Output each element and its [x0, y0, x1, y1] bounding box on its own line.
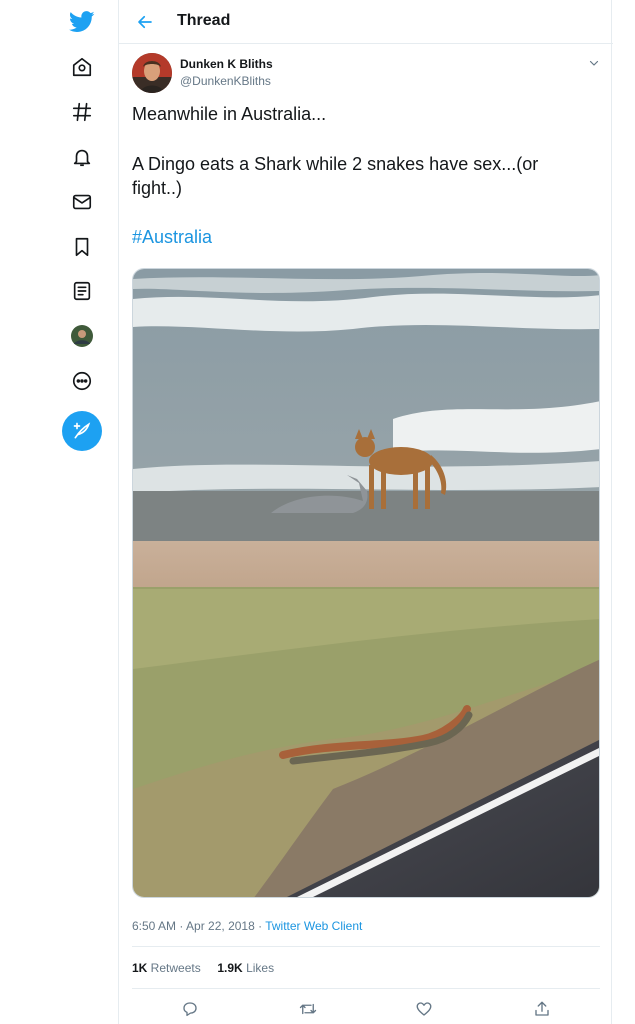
share-icon[interactable]	[530, 997, 554, 1021]
divider	[132, 988, 600, 989]
meta-separator: ·	[176, 919, 187, 933]
more-icon[interactable]	[62, 361, 102, 401]
tweet-stats: 1K Retweets 1.9K Likes	[132, 961, 274, 975]
retweets-label: Retweets	[147, 961, 201, 975]
reply-icon[interactable]	[178, 997, 202, 1021]
thread-header: Thread	[119, 0, 613, 44]
chevron-down-icon[interactable]	[585, 54, 603, 72]
bookmarks-icon[interactable]	[62, 227, 102, 267]
tweet-client-link[interactable]: Twitter Web Client	[265, 919, 362, 933]
tweet-text-line: A Dingo eats a Shark while 2 snakes have…	[132, 154, 539, 174]
page-title: Thread	[177, 12, 231, 29]
lists-icon[interactable]	[62, 271, 102, 311]
compose-tweet-button[interactable]	[62, 411, 102, 451]
retweets-count: 1K	[132, 961, 148, 975]
author-avatar[interactable]	[132, 53, 172, 93]
explore-hashtag-icon[interactable]	[62, 92, 102, 132]
tweet-text-line: Meanwhile in Australia...	[132, 104, 327, 124]
back-arrow-icon[interactable]	[133, 10, 157, 34]
likes-stat[interactable]: 1.9K Likes	[217, 961, 274, 975]
meta-separator: ·	[254, 919, 266, 933]
hashtag-link[interactable]: #Australia	[132, 225, 212, 249]
tweet-timestamp: 6:50 AM · Apr 22, 2018 · Twitter Web Cli…	[132, 919, 362, 933]
likes-count: 1.9K	[217, 961, 243, 975]
profile-avatar-icon[interactable]	[62, 316, 102, 356]
home-icon[interactable]	[62, 47, 102, 87]
thread-column: Thread Dunken K Bliths @DunkenKBliths Me…	[118, 0, 613, 1024]
left-nav-rail	[0, 0, 118, 1024]
tweet-text-line: fight..)	[132, 178, 183, 198]
notifications-bell-icon[interactable]	[62, 137, 102, 177]
author-handle[interactable]: @DunkenKBliths	[180, 74, 271, 88]
twitter-logo-icon[interactable]	[62, 2, 102, 42]
retweet-icon[interactable]	[296, 997, 320, 1021]
compose-tweet-icon	[72, 421, 92, 441]
messages-envelope-icon[interactable]	[62, 182, 102, 222]
tweet-photo[interactable]	[132, 268, 600, 898]
author-name[interactable]: Dunken K Bliths	[180, 57, 273, 71]
tweet-actions	[119, 995, 613, 1021]
like-heart-icon[interactable]	[412, 997, 436, 1021]
retweets-stat[interactable]: 1K Retweets	[132, 961, 201, 975]
tweet-date[interactable]: Apr 22, 2018	[186, 919, 255, 933]
likes-label: Likes	[242, 961, 275, 975]
divider	[132, 946, 600, 947]
tweet-time[interactable]: 6:50 AM	[132, 919, 176, 933]
